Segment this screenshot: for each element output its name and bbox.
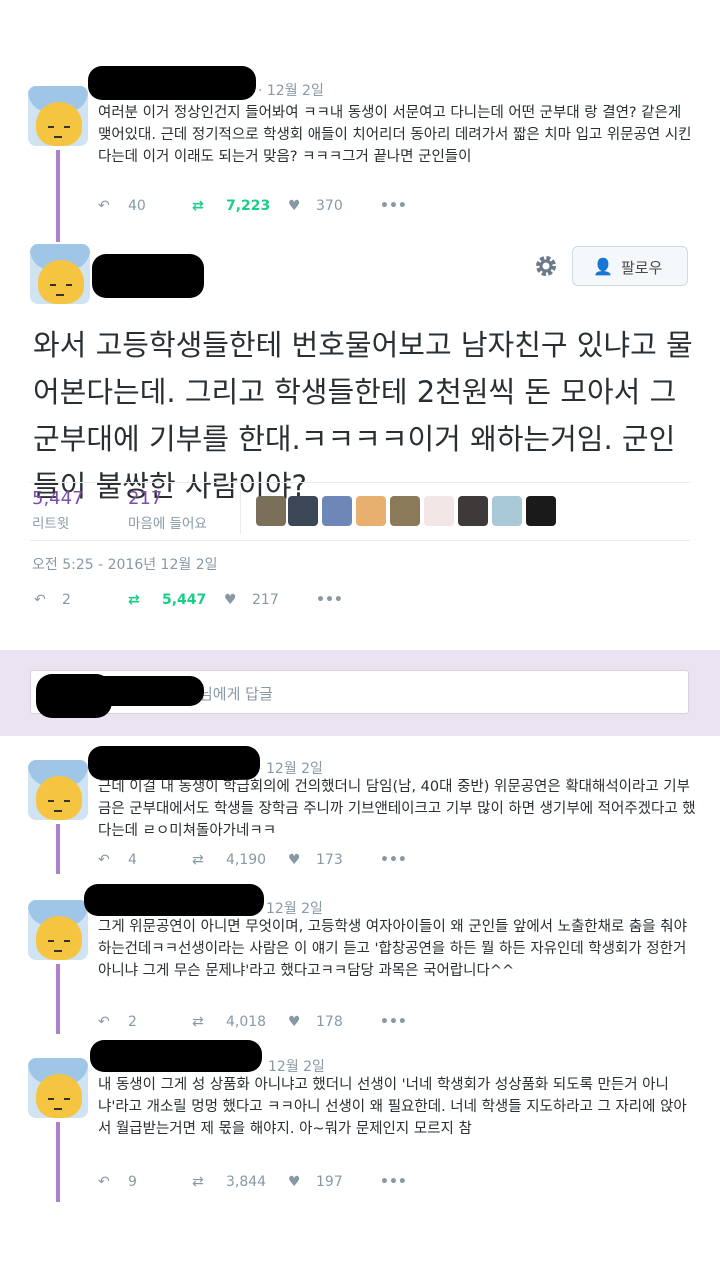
avatar[interactable] bbox=[30, 244, 90, 304]
retweets-label: 리트윗 bbox=[32, 516, 70, 532]
add-user-icon: 👤 bbox=[593, 257, 613, 276]
more-icon[interactable]: ••• bbox=[316, 592, 343, 608]
tweet-actions: ↶ 4 ⇄ 4,190 ♥ 173 ••• bbox=[98, 852, 418, 876]
divider bbox=[30, 482, 690, 483]
avatar[interactable] bbox=[28, 900, 88, 960]
tweet-actions: ↶ 40 ⇄ 7,223 ♥ 370 ••• bbox=[98, 198, 418, 222]
redacted-username bbox=[88, 66, 256, 100]
tweet-date[interactable]: 12월 2일 bbox=[268, 1056, 325, 1076]
tweet-date[interactable]: 12월 2일 bbox=[266, 898, 323, 918]
liker-avatar[interactable] bbox=[288, 496, 318, 526]
avatar[interactable] bbox=[28, 86, 88, 146]
retweet-count: 5,447 bbox=[162, 592, 207, 608]
reply-count: 2 bbox=[128, 1014, 137, 1030]
thread-line bbox=[56, 964, 60, 1034]
thread-line bbox=[56, 1122, 60, 1202]
divider bbox=[240, 490, 241, 534]
redacted-username bbox=[92, 254, 204, 298]
like-count: 197 bbox=[316, 1174, 343, 1190]
reply-count: 9 bbox=[128, 1174, 137, 1190]
reply-icon[interactable]: ↶ bbox=[98, 198, 110, 214]
retweet-count: 4,190 bbox=[226, 852, 267, 868]
liker-avatar[interactable] bbox=[424, 496, 454, 526]
tweet-date[interactable]: · 12월 2일 bbox=[258, 80, 324, 100]
divider bbox=[30, 540, 690, 541]
more-icon[interactable]: ••• bbox=[380, 852, 407, 868]
reply-icon[interactable]: ↶ bbox=[98, 1174, 110, 1190]
reply-icon[interactable]: ↶ bbox=[34, 592, 46, 608]
retweet-icon[interactable]: ⇄ bbox=[192, 1014, 204, 1030]
tweet-actions: ↶ 2 ⇄ 5,447 ♥ 217 ••• bbox=[34, 592, 354, 616]
liker-avatar[interactable] bbox=[458, 496, 488, 526]
retweet-icon[interactable]: ⇄ bbox=[128, 592, 140, 608]
retweet-icon[interactable]: ⇄ bbox=[192, 852, 204, 868]
tweet-text: 근데 이걸 내 동생이 학급회의에 건의했더니 담임(남, 40대 중반) 위문… bbox=[98, 779, 696, 839]
tweet-actions: ↶ 2 ⇄ 4,018 ♥ 178 ••• bbox=[98, 1014, 418, 1038]
liker-avatar[interactable] bbox=[526, 496, 556, 526]
like-count: 173 bbox=[316, 852, 343, 868]
likes-label: 마음에 들어요 bbox=[128, 516, 207, 532]
reply-count: 4 bbox=[128, 852, 137, 868]
reply-count: 2 bbox=[62, 592, 71, 608]
reply-placeholder: 님에게 답글 bbox=[199, 685, 273, 703]
redacted-username bbox=[84, 884, 264, 916]
thread-line bbox=[56, 150, 60, 242]
more-icon[interactable]: ••• bbox=[380, 1014, 407, 1030]
heart-icon[interactable]: ♥ bbox=[288, 1174, 301, 1190]
like-count: 370 bbox=[316, 198, 343, 214]
reply-icon[interactable]: ↶ bbox=[98, 1014, 110, 1030]
avatar[interactable] bbox=[28, 1058, 88, 1118]
retweet-count: 7,223 bbox=[226, 198, 271, 214]
more-icon[interactable]: ••• bbox=[380, 1174, 407, 1190]
like-count: 178 bbox=[316, 1014, 343, 1030]
avatar[interactable] bbox=[28, 760, 88, 820]
more-icon[interactable]: ••• bbox=[380, 198, 407, 214]
likes-count[interactable]: 217 bbox=[128, 488, 162, 509]
tweet-text: 내 동생이 그게 성 상품화 아니냐고 했더니 선생이 '너네 학생회가 성상품… bbox=[98, 1077, 687, 1137]
liker-avatar[interactable] bbox=[356, 496, 386, 526]
retweet-count: 3,844 bbox=[226, 1174, 267, 1190]
heart-icon[interactable]: ♥ bbox=[224, 592, 237, 608]
redacted-username bbox=[88, 746, 260, 780]
retweet-icon[interactable]: ⇄ bbox=[192, 198, 204, 214]
tweet-date[interactable]: 12월 2일 bbox=[266, 758, 323, 778]
tweet-timestamp[interactable]: 오전 5:25 - 2016년 12월 2일 bbox=[32, 554, 218, 574]
redacted-username bbox=[90, 1040, 262, 1072]
tweet-text: 그게 위문공연이 아니면 무엇이며, 고등학생 여자아이들이 왜 군인들 앞에서… bbox=[98, 919, 687, 979]
reply-icon[interactable]: ↶ bbox=[98, 852, 110, 868]
heart-icon[interactable]: ♥ bbox=[288, 198, 301, 214]
retweet-count: 4,018 bbox=[226, 1014, 267, 1030]
liker-avatar[interactable] bbox=[256, 496, 286, 526]
tweet-text: 여러분 이거 정상인건지 들어봐여 ㅋㅋ내 동생이 서문여고 다니는데 어떤 군… bbox=[98, 105, 692, 165]
retweet-icon[interactable]: ⇄ bbox=[192, 1174, 204, 1190]
tweet-actions: ↶ 9 ⇄ 3,844 ♥ 197 ••• bbox=[98, 1174, 418, 1198]
liker-avatar[interactable] bbox=[390, 496, 420, 526]
reply-count: 40 bbox=[128, 198, 146, 214]
heart-icon[interactable]: ♥ bbox=[288, 852, 301, 868]
follow-button[interactable]: 👤 팔로우 bbox=[572, 246, 688, 286]
follow-label: 팔로우 bbox=[621, 259, 663, 277]
thread-line bbox=[56, 824, 60, 874]
retweets-count[interactable]: 5,447 bbox=[32, 488, 84, 509]
liker-avatar[interactable] bbox=[492, 496, 522, 526]
gear-icon[interactable] bbox=[532, 252, 560, 280]
redacted-username bbox=[70, 676, 204, 706]
like-count: 217 bbox=[252, 592, 279, 608]
liker-avatar[interactable] bbox=[322, 496, 352, 526]
heart-icon[interactable]: ♥ bbox=[288, 1014, 301, 1030]
